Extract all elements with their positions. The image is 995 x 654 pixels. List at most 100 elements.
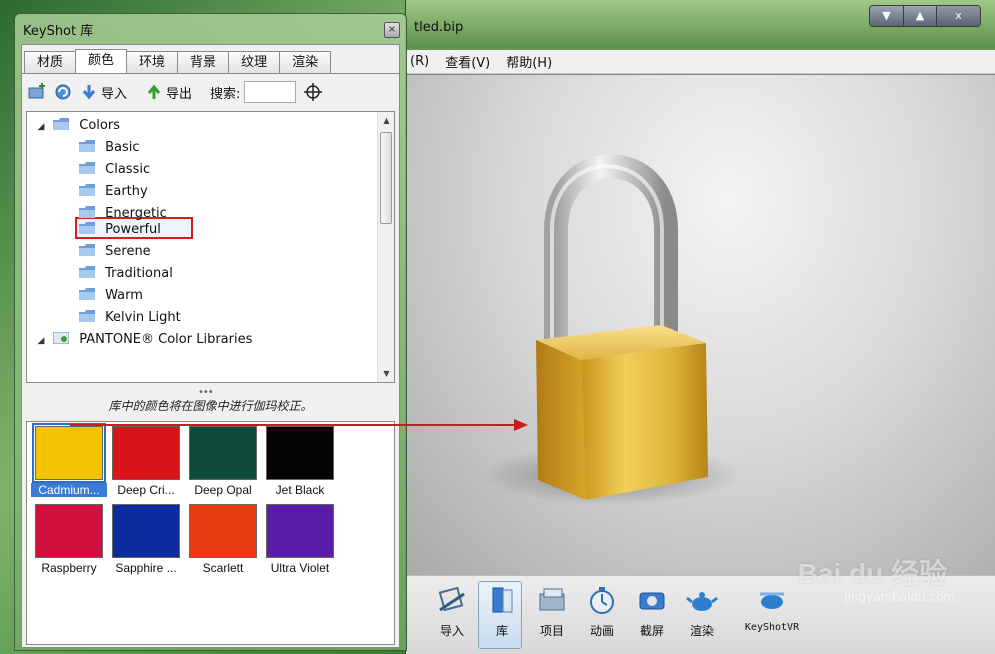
swatch-label: Jet Black <box>275 483 325 497</box>
swatch-chip <box>112 504 180 558</box>
tab-environments[interactable]: 环境 <box>126 51 179 73</box>
tool-screenshot-label: 截屏 <box>639 624 664 638</box>
tool-animation-label: 动画 <box>589 624 614 638</box>
watermark-logo: Bai du 经验 <box>797 558 947 589</box>
screenshot-icon <box>639 592 665 610</box>
tool-keyshotvr-label: KeyShotVR <box>744 622 800 633</box>
tree-item-classic[interactable]: Classic <box>79 159 150 181</box>
tree-item-powerful[interactable]: Powerful <box>79 219 161 241</box>
scroll-thumb[interactable] <box>380 132 392 224</box>
swatch-deep-opal[interactable]: Deep Opal <box>185 426 261 497</box>
folder-icon <box>79 184 95 196</box>
swatch-sapphire[interactable]: Sapphire ... <box>108 504 184 575</box>
add-folder-icon[interactable] <box>28 83 46 101</box>
scroll-down-icon[interactable]: ▼ <box>378 365 394 382</box>
swatch-ultra-violet[interactable]: Ultra Violet <box>262 504 338 575</box>
swatch-raspberry[interactable]: Raspberry <box>31 504 107 575</box>
crosshair-icon[interactable] <box>304 83 323 101</box>
watermark-url: jingyan.baidu.com <box>844 590 955 604</box>
swatch-label: Sapphire ... <box>115 561 177 575</box>
swatch-deep-crimson[interactable]: Deep Cri... <box>108 426 184 497</box>
refresh-icon[interactable] <box>54 83 72 101</box>
library-title: KeyShot 库 <box>23 24 94 39</box>
tree-item-pantone[interactable]: ◢ PANTONE® Color Libraries <box>33 329 252 351</box>
swatch-cadmium[interactable]: Cadmium... <box>31 423 107 497</box>
tree-item-label: Basic <box>105 140 140 155</box>
tool-library[interactable]: 库 <box>478 581 526 649</box>
menu-view[interactable]: 查看(V) <box>445 52 490 71</box>
import-arrow-icon <box>82 85 96 100</box>
folder-icon <box>79 222 95 234</box>
swatch-label: Ultra Violet <box>270 561 330 575</box>
menu-help[interactable]: 帮助(H) <box>506 52 552 71</box>
tab-colors[interactable]: 颜色 <box>75 49 128 73</box>
swatch-chip <box>32 423 106 483</box>
folder-icon <box>79 206 95 218</box>
tool-animation[interactable]: 动画 <box>578 584 626 639</box>
tree-item-label: Traditional <box>105 266 173 281</box>
library-close-button[interactable]: × <box>384 22 400 38</box>
tree-item-label: Serene <box>105 244 151 259</box>
import-icon <box>438 586 465 612</box>
collapse-arrow-icon[interactable]: ◢ <box>33 116 49 138</box>
folder-icon <box>79 310 95 322</box>
search-input[interactable] <box>244 81 297 103</box>
swatch-label: Deep Cri... <box>117 483 175 497</box>
tree-item-serene[interactable]: Serene <box>79 241 151 263</box>
swatch-chip <box>35 504 103 558</box>
tree-scrollbar[interactable]: ▲ ▼ <box>377 112 394 382</box>
tree-item-label: Warm <box>105 288 143 303</box>
window-controls: ▼ ▲ x <box>869 5 981 27</box>
pantone-library-icon <box>53 332 70 344</box>
menu-render[interactable]: (R) <box>410 54 429 69</box>
swatch-label: Raspberry <box>41 561 97 575</box>
close-button[interactable]: x <box>936 6 980 26</box>
tool-import[interactable]: 导入 <box>428 584 476 639</box>
swatch-chip <box>189 426 257 480</box>
animation-icon <box>590 587 614 614</box>
tool-render-label: 渲染 <box>689 624 714 638</box>
tree-item-basic[interactable]: Basic <box>79 137 140 159</box>
tool-import-label: 导入 <box>439 624 464 638</box>
tree-item-label: Powerful <box>105 222 161 237</box>
tree-item-colors[interactable]: ◢ Colors <box>33 115 120 137</box>
collapse-arrow-icon[interactable]: ◢ <box>33 330 49 352</box>
tree-item-label: PANTONE® Color Libraries <box>79 332 253 347</box>
tab-backgrounds[interactable]: 背景 <box>177 51 230 73</box>
scroll-up-icon[interactable]: ▲ <box>378 112 394 129</box>
folder-icon <box>79 288 95 300</box>
maximize-button[interactable]: ▲ <box>903 6 936 26</box>
keyshotvr-icon <box>760 592 784 609</box>
swatch-scarlett[interactable]: Scarlett <box>185 504 261 575</box>
tab-materials[interactable]: 材质 <box>24 51 77 73</box>
swatch-label: Scarlett <box>202 561 244 575</box>
swatch-chip <box>189 504 257 558</box>
swatch-chip <box>112 426 180 480</box>
tab-renderings[interactable]: 渲染 <box>279 51 332 73</box>
padlock-model[interactable] <box>406 75 995 575</box>
folder-icon <box>79 266 95 278</box>
tree-item-label: Earthy <box>105 184 148 199</box>
folder-icon <box>53 118 70 130</box>
render-viewport[interactable] <box>406 75 995 575</box>
export-button[interactable]: 导出 <box>166 83 192 102</box>
tab-divider <box>22 73 399 74</box>
tree-item-earthy[interactable]: Earthy <box>79 181 148 203</box>
tab-textures[interactable]: 纹理 <box>228 51 281 73</box>
tool-render[interactable]: 渲染 <box>678 584 726 639</box>
tree-item-kelvin-light[interactable]: Kelvin Light <box>79 307 181 329</box>
import-button[interactable]: 导入 <box>101 83 127 102</box>
tree-item-warm[interactable]: Warm <box>79 285 143 307</box>
tool-screenshot[interactable]: 截屏 <box>628 584 676 639</box>
library-toolbar: 导入 导出 搜索: <box>22 77 399 107</box>
swatch-jet-black[interactable]: Jet Black <box>262 426 338 497</box>
tool-project[interactable]: 项目 <box>528 584 576 639</box>
tool-project-label: 项目 <box>539 624 564 638</box>
swatch-label: Deep Opal <box>194 483 252 497</box>
render-icon <box>686 592 718 611</box>
swatch-chip <box>266 426 334 480</box>
folder-icon <box>79 140 95 152</box>
minimize-button[interactable]: ▼ <box>870 6 903 26</box>
folder-icon <box>79 244 95 256</box>
tree-item-traditional[interactable]: Traditional <box>79 263 173 285</box>
